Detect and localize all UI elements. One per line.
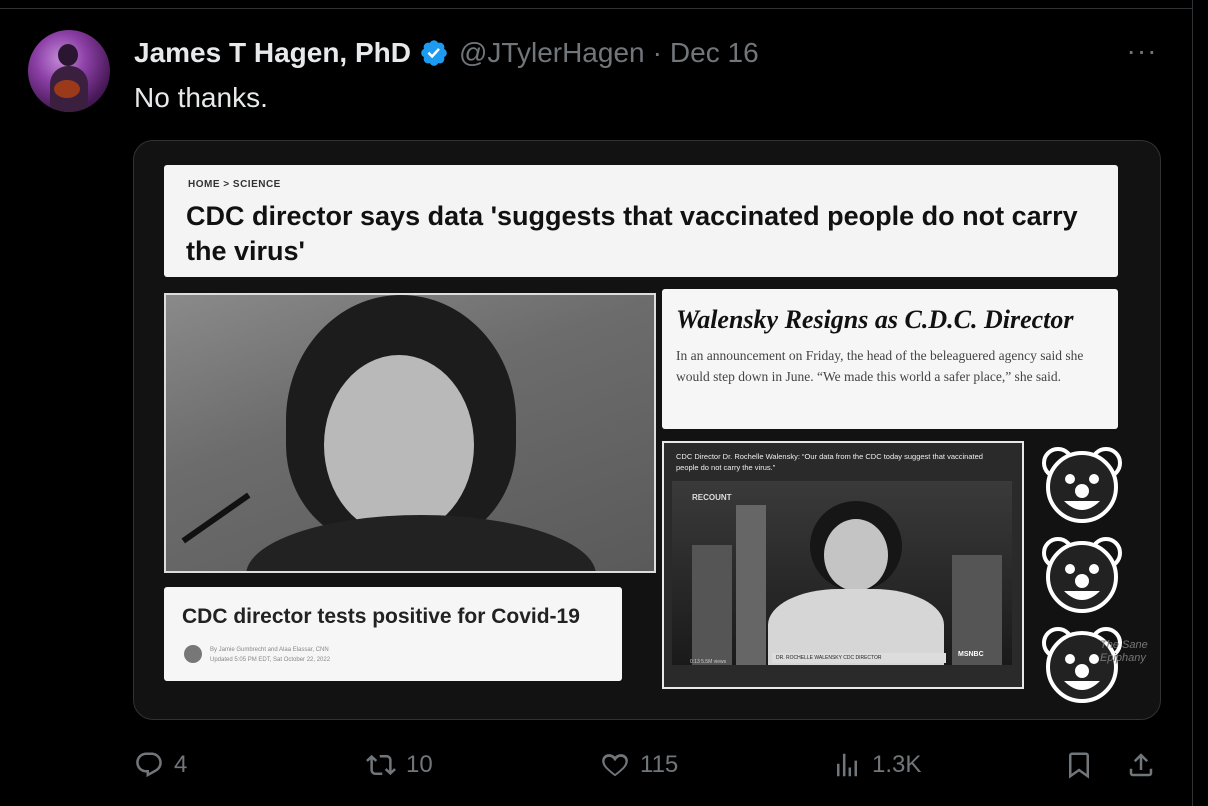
author-avatar[interactable] bbox=[28, 30, 110, 112]
cnn-headline-card: HOME > SCIENCE CDC director says data 's… bbox=[164, 165, 1118, 277]
author-name[interactable]: James T Hagen, PhD bbox=[134, 37, 411, 69]
reply-button[interactable]: 4 bbox=[134, 750, 187, 780]
tv-timestamp: 0:13 5.5M views bbox=[690, 659, 727, 665]
byline: By Jamie Gumbrecht and Alaa Elassar, CNN… bbox=[210, 645, 330, 665]
repost-button[interactable]: 10 bbox=[366, 750, 433, 780]
tv-scene: RECOUNT DR. ROCHELLE WALENSKY CDC DIRECT… bbox=[672, 481, 1012, 665]
covid-positive-headline: CDC director tests positive for Covid-19 bbox=[182, 605, 580, 628]
separator-dot: · bbox=[652, 37, 662, 68]
tweet-header: James T Hagen, PhD @JTylerHagen · Dec 16 bbox=[134, 36, 759, 70]
views-icon bbox=[837, 753, 857, 777]
author-handle[interactable]: @JTylerHagen bbox=[459, 37, 645, 69]
clown-emoji-icon bbox=[1042, 537, 1122, 613]
reply-icon bbox=[136, 752, 162, 778]
nyt-headline: Walensky Resigns as C.D.C. Director bbox=[676, 305, 1074, 334]
byline-avatar bbox=[184, 645, 202, 663]
views-button[interactable]: 1.3K bbox=[832, 750, 921, 780]
like-count: 115 bbox=[640, 751, 679, 778]
byline-authors: By Jamie Gumbrecht and Alaa Elassar, CNN bbox=[210, 647, 329, 653]
walensky-photo bbox=[164, 293, 656, 573]
share-icon bbox=[1129, 753, 1153, 777]
share-button[interactable] bbox=[1126, 750, 1166, 780]
bookmark-button[interactable] bbox=[1064, 750, 1104, 780]
tv-caption: CDC Director Dr. Rochelle Walensky: “Our… bbox=[676, 452, 983, 472]
verified-badge-icon[interactable] bbox=[419, 38, 449, 68]
repost-icon bbox=[366, 754, 396, 776]
covid-positive-card: CDC director tests positive for Covid-19… bbox=[164, 587, 622, 681]
nyt-headline-card: Walensky Resigns as C.D.C. Director In a… bbox=[662, 289, 1118, 429]
like-button[interactable]: 115 bbox=[600, 750, 678, 780]
clown-emoji-icon bbox=[1042, 447, 1122, 523]
bookmark-icon bbox=[1069, 752, 1089, 779]
reply-count: 4 bbox=[174, 751, 188, 778]
tv-clip-screenshot: CDC Director Dr. Rochelle Walensky: “Our… bbox=[662, 441, 1024, 689]
nyt-summary: In an announcement on Friday, the head o… bbox=[676, 348, 1084, 384]
repost-count: 10 bbox=[406, 751, 433, 778]
views-count: 1.3K bbox=[872, 751, 922, 778]
tweet-date[interactable]: Dec 16 bbox=[670, 37, 759, 69]
watermark: The Sane Epiphany bbox=[1100, 639, 1148, 664]
top-divider bbox=[0, 8, 1192, 9]
byline-updated: Updated 5:05 PM EDT, Sat October 22, 202… bbox=[210, 657, 331, 663]
tv-chyron: DR. ROCHELLE WALENSKY CDC DIRECTOR bbox=[772, 653, 946, 663]
more-options-icon[interactable]: ··· bbox=[1122, 35, 1162, 66]
tweet-actions-bar: 4 10 115 1.3K bbox=[0, 746, 1192, 786]
breadcrumb: HOME > SCIENCE bbox=[188, 179, 281, 190]
tv-show-label: RECOUNT bbox=[692, 493, 732, 502]
tweet-text: No thanks. bbox=[134, 82, 268, 113]
like-icon bbox=[602, 754, 628, 777]
tweet-media-image[interactable]: HOME > SCIENCE CDC director says data 's… bbox=[133, 140, 1161, 720]
timeline-border bbox=[1192, 0, 1193, 806]
headline-text: CDC director says data 'suggests that va… bbox=[186, 201, 1078, 266]
tv-network-logo: MSNBC bbox=[958, 651, 984, 658]
